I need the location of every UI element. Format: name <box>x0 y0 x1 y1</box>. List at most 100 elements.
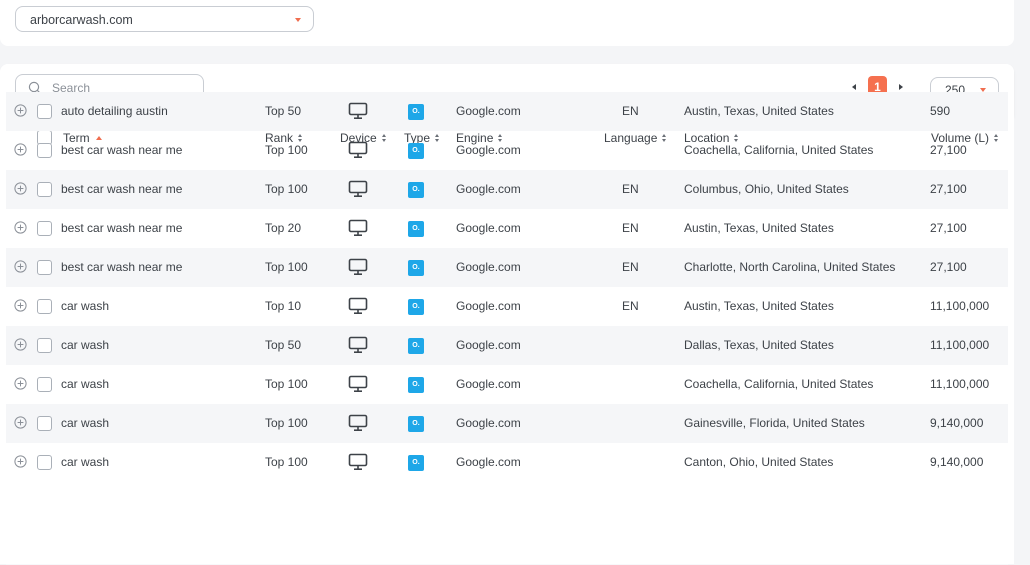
engine-cell: Google.com <box>456 182 521 196</box>
rank-cell: Top 100 <box>265 377 308 391</box>
row-checkbox[interactable] <box>37 377 52 392</box>
organic-result-icon: O. <box>408 104 424 120</box>
rank-cell: Top 100 <box>265 260 308 274</box>
volume-cell: 11,100,000 <box>930 338 990 352</box>
expand-plus-icon[interactable] <box>14 455 27 468</box>
language-cell: EN <box>622 104 639 118</box>
expand-plus-icon[interactable] <box>14 143 27 156</box>
table-row[interactable]: best car wash near me Top 100 O. Google.… <box>6 131 1008 170</box>
rank-cell: Top 20 <box>265 221 302 235</box>
row-checkbox[interactable] <box>37 260 52 275</box>
desktop-icon <box>348 336 368 354</box>
location-cell: Canton, Ohio, United States <box>684 455 834 469</box>
location-cell: Gainesville, Florida, United States <box>684 416 865 430</box>
rank-cell: Top 50 <box>265 104 302 118</box>
location-cell: Dallas, Texas, United States <box>684 338 834 352</box>
term-cell[interactable]: car wash <box>61 455 109 469</box>
language-cell: EN <box>622 221 639 235</box>
desktop-icon <box>348 414 368 432</box>
next-page-icon[interactable] <box>899 84 903 90</box>
volume-cell: 27,100 <box>930 143 967 157</box>
rank-cell: Top 100 <box>265 182 308 196</box>
term-cell[interactable]: best car wash near me <box>61 143 182 157</box>
row-checkbox[interactable] <box>37 143 52 158</box>
row-checkbox[interactable] <box>37 104 52 119</box>
expand-plus-icon[interactable] <box>14 260 27 273</box>
row-checkbox[interactable] <box>37 182 52 197</box>
desktop-icon <box>348 375 368 393</box>
table-row[interactable]: best car wash near me Top 20 O. Google.c… <box>6 209 1008 248</box>
organic-result-icon: O. <box>408 377 424 393</box>
engine-cell: Google.com <box>456 221 521 235</box>
table-row[interactable]: car wash Top 50 O. Google.com Dallas, Te… <box>6 326 1008 365</box>
row-checkbox[interactable] <box>37 338 52 353</box>
language-cell: EN <box>622 182 639 196</box>
term-cell[interactable]: auto detailing austin <box>61 104 168 118</box>
row-checkbox[interactable] <box>37 455 52 470</box>
volume-cell: 11,100,000 <box>930 377 990 391</box>
engine-cell: Google.com <box>456 338 521 352</box>
volume-cell: 9,140,000 <box>930 416 984 430</box>
location-cell: Austin, Texas, United States <box>684 104 834 118</box>
engine-cell: Google.com <box>456 416 521 430</box>
rank-cell: Top 50 <box>265 338 302 352</box>
expand-plus-icon[interactable] <box>14 104 27 117</box>
volume-cell: 27,100 <box>930 182 967 196</box>
row-checkbox[interactable] <box>37 221 52 236</box>
table-row[interactable]: auto detailing austin Top 50 O. Google.c… <box>6 92 1008 131</box>
table-row[interactable]: best car wash near me Top 100 O. Google.… <box>6 170 1008 209</box>
rank-cell: Top 100 <box>265 455 308 469</box>
desktop-icon <box>348 180 368 198</box>
term-cell[interactable]: car wash <box>61 416 109 430</box>
organic-result-icon: O. <box>408 221 424 237</box>
row-checkbox[interactable] <box>37 416 52 431</box>
rank-cell: Top 100 <box>265 143 308 157</box>
table-row[interactable]: car wash Top 10 O. Google.com EN Austin,… <box>6 287 1008 326</box>
organic-result-icon: O. <box>408 416 424 432</box>
volume-cell: 11,100,000 <box>930 299 990 313</box>
prev-page-icon[interactable] <box>852 84 856 90</box>
expand-plus-icon[interactable] <box>14 338 27 351</box>
desktop-icon <box>348 219 368 237</box>
term-cell[interactable]: car wash <box>61 377 109 391</box>
organic-result-icon: O. <box>408 299 424 315</box>
table-row[interactable]: car wash Top 100 O. Google.com Canton, O… <box>6 443 1008 482</box>
term-cell[interactable]: car wash <box>61 338 109 352</box>
expand-plus-icon[interactable] <box>14 182 27 195</box>
engine-cell: Google.com <box>456 377 521 391</box>
engine-cell: Google.com <box>456 143 521 157</box>
domain-select[interactable]: arborcarwash.com <box>15 6 314 32</box>
domain-select-value: arborcarwash.com <box>30 13 133 27</box>
desktop-icon <box>348 297 368 315</box>
expand-plus-icon[interactable] <box>14 299 27 312</box>
engine-cell: Google.com <box>456 299 521 313</box>
engine-cell: Google.com <box>456 455 521 469</box>
organic-result-icon: O. <box>408 182 424 198</box>
table-row[interactable]: car wash Top 100 O. Google.com Gainesvil… <box>6 404 1008 443</box>
table-row-partial <box>6 545 1008 565</box>
organic-result-icon: O. <box>408 260 424 276</box>
rank-cell: Top 10 <box>265 299 302 313</box>
volume-cell: 27,100 <box>930 260 967 274</box>
table-row[interactable]: car wash Top 100 O. Google.com Coachella… <box>6 365 1008 404</box>
desktop-icon <box>348 102 368 120</box>
location-cell: Coachella, California, United States <box>684 143 874 157</box>
language-cell: EN <box>622 299 639 313</box>
table-row[interactable]: best car wash near me Top 100 O. Google.… <box>6 248 1008 287</box>
location-cell: Austin, Texas, United States <box>684 221 834 235</box>
location-cell: Charlotte, North Carolina, United States <box>684 260 896 274</box>
term-cell[interactable]: car wash <box>61 299 109 313</box>
term-cell[interactable]: best car wash near me <box>61 221 182 235</box>
row-checkbox[interactable] <box>37 299 52 314</box>
term-cell[interactable]: best car wash near me <box>61 182 182 196</box>
organic-result-icon: O. <box>408 455 424 471</box>
site-selector-card: arborcarwash.com <box>0 0 1014 46</box>
term-cell[interactable]: best car wash near me <box>61 260 182 274</box>
engine-cell: Google.com <box>456 260 521 274</box>
engine-cell: Google.com <box>456 104 521 118</box>
expand-plus-icon[interactable] <box>14 221 27 234</box>
expand-plus-icon[interactable] <box>14 377 27 390</box>
chevron-down-icon <box>295 18 301 22</box>
expand-plus-icon[interactable] <box>14 416 27 429</box>
location-cell: Coachella, California, United States <box>684 377 874 391</box>
